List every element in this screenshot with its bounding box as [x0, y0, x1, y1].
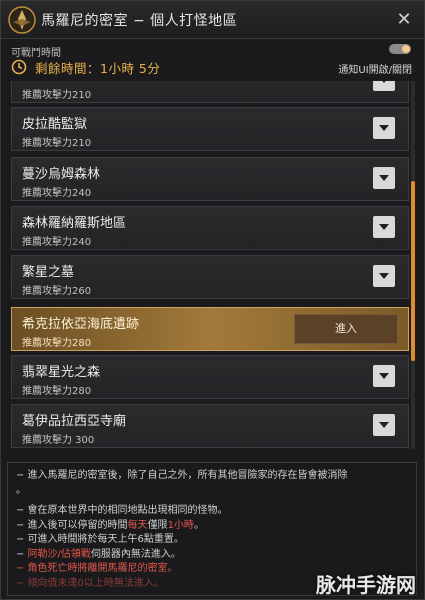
- window-title: 馬羅尼的密室 − 個人打怪地區: [41, 13, 238, 29]
- expand-arrow-icon[interactable]: [373, 117, 395, 139]
- notify-ui-toggle-label: 通知UI開啟/關閉: [338, 65, 412, 76]
- dungeon-window: 馬羅尼的密室 − 個人打怪地區 ✕ 可戰鬥時間 剩餘時間：1小時 5分 通知UI…: [0, 0, 425, 600]
- list-scrollbar[interactable]: [411, 81, 415, 449]
- note-line: − 進入馬羅尼的密室後，除了自己之外，所有其他冒險家的存在皆會被消除: [16, 470, 348, 481]
- dungeon-row[interactable]: 森林羅納羅斯地區 推薦攻擊力240: [11, 206, 409, 250]
- recommended-power: 推薦攻擊力240: [22, 237, 92, 248]
- marone-emblem-icon: [8, 6, 36, 34]
- expand-arrow-icon[interactable]: [373, 81, 395, 91]
- dungeon-name: 繁星之墓: [22, 265, 75, 280]
- dungeon-row[interactable]: 葛伊品拉西亞寺廟 推薦攻擊力 300: [11, 404, 409, 448]
- dungeon-list: 推薦攻擊力210 皮拉酷監獄 推薦攻擊力210 蔓沙烏姆森林 推薦攻擊力240 …: [11, 81, 409, 449]
- clock-icon: [11, 59, 27, 75]
- remaining-time-text: 剩餘時間：1小時 5分: [35, 60, 161, 76]
- note-line: − 阿勒沙/佔領戰伺服器內無法進入。: [16, 548, 181, 560]
- recommended-power: 推薦攻擊力280: [22, 338, 92, 349]
- dungeon-row[interactable]: 推薦攻擊力210: [11, 81, 409, 103]
- expand-arrow-icon[interactable]: [373, 167, 395, 189]
- enter-button[interactable]: 進入: [294, 314, 398, 344]
- dungeon-row[interactable]: 繁星之墓 推薦攻擊力260: [11, 255, 409, 299]
- dungeon-row[interactable]: 蔓沙烏姆森林 推薦攻擊力240: [11, 157, 409, 201]
- dungeon-row[interactable]: 皮拉酷監獄 推薦攻擊力210: [11, 107, 409, 151]
- expand-arrow-icon[interactable]: [373, 365, 395, 387]
- recommended-power: 推薦攻擊力280: [22, 386, 92, 397]
- note-line: − 進入後可以停留的時間每天僅限1小時。: [16, 519, 204, 531]
- expand-arrow-icon[interactable]: [373, 216, 395, 238]
- dungeon-name: 翡翠星光之森: [22, 365, 101, 380]
- recommended-power: 推薦攻擊力260: [22, 286, 92, 297]
- dungeon-name: 葛伊品拉西亞寺廟: [22, 414, 127, 429]
- recommended-power: 推薦攻擊力210: [22, 90, 92, 101]
- notify-ui-toggle[interactable]: [389, 44, 411, 54]
- dungeon-row-selected[interactable]: 希克拉依亞海底遺跡 推薦攻擊力280 進入: [11, 307, 409, 351]
- dungeon-name: 森林羅納羅斯地區: [22, 216, 127, 231]
- expand-arrow-icon[interactable]: [373, 414, 395, 436]
- dungeon-row[interactable]: 翡翠星光之森 推薦攻擊力280: [11, 355, 409, 399]
- title-bar: 馬羅尼的密室 − 個人打怪地區 ✕: [1, 1, 424, 39]
- dungeon-name: 希克拉依亞海底遺跡: [22, 317, 140, 332]
- close-button[interactable]: ✕: [394, 10, 414, 30]
- recommended-power: 推薦攻擊力210: [22, 138, 92, 149]
- dungeon-name: 蔓沙烏姆森林: [22, 167, 101, 182]
- scrollbar-thumb[interactable]: [411, 181, 415, 361]
- remaining-time: 剩餘時間：1小時 5分: [11, 58, 160, 76]
- note-line: − 會在原本世界中的相同地點出現相同的怪物。: [16, 505, 228, 516]
- recommended-power: 推薦攻擊力 300: [22, 435, 95, 446]
- expand-arrow-icon[interactable]: [373, 265, 395, 287]
- recommended-power: 推薦攻擊力240: [22, 188, 92, 199]
- note-line: − 可進入時間將於每天上午6點重置。: [16, 534, 184, 545]
- note-line: 。: [16, 484, 26, 496]
- watermark: 脉冲手游网: [316, 573, 416, 597]
- dungeon-name: 皮拉酷監獄: [22, 117, 88, 132]
